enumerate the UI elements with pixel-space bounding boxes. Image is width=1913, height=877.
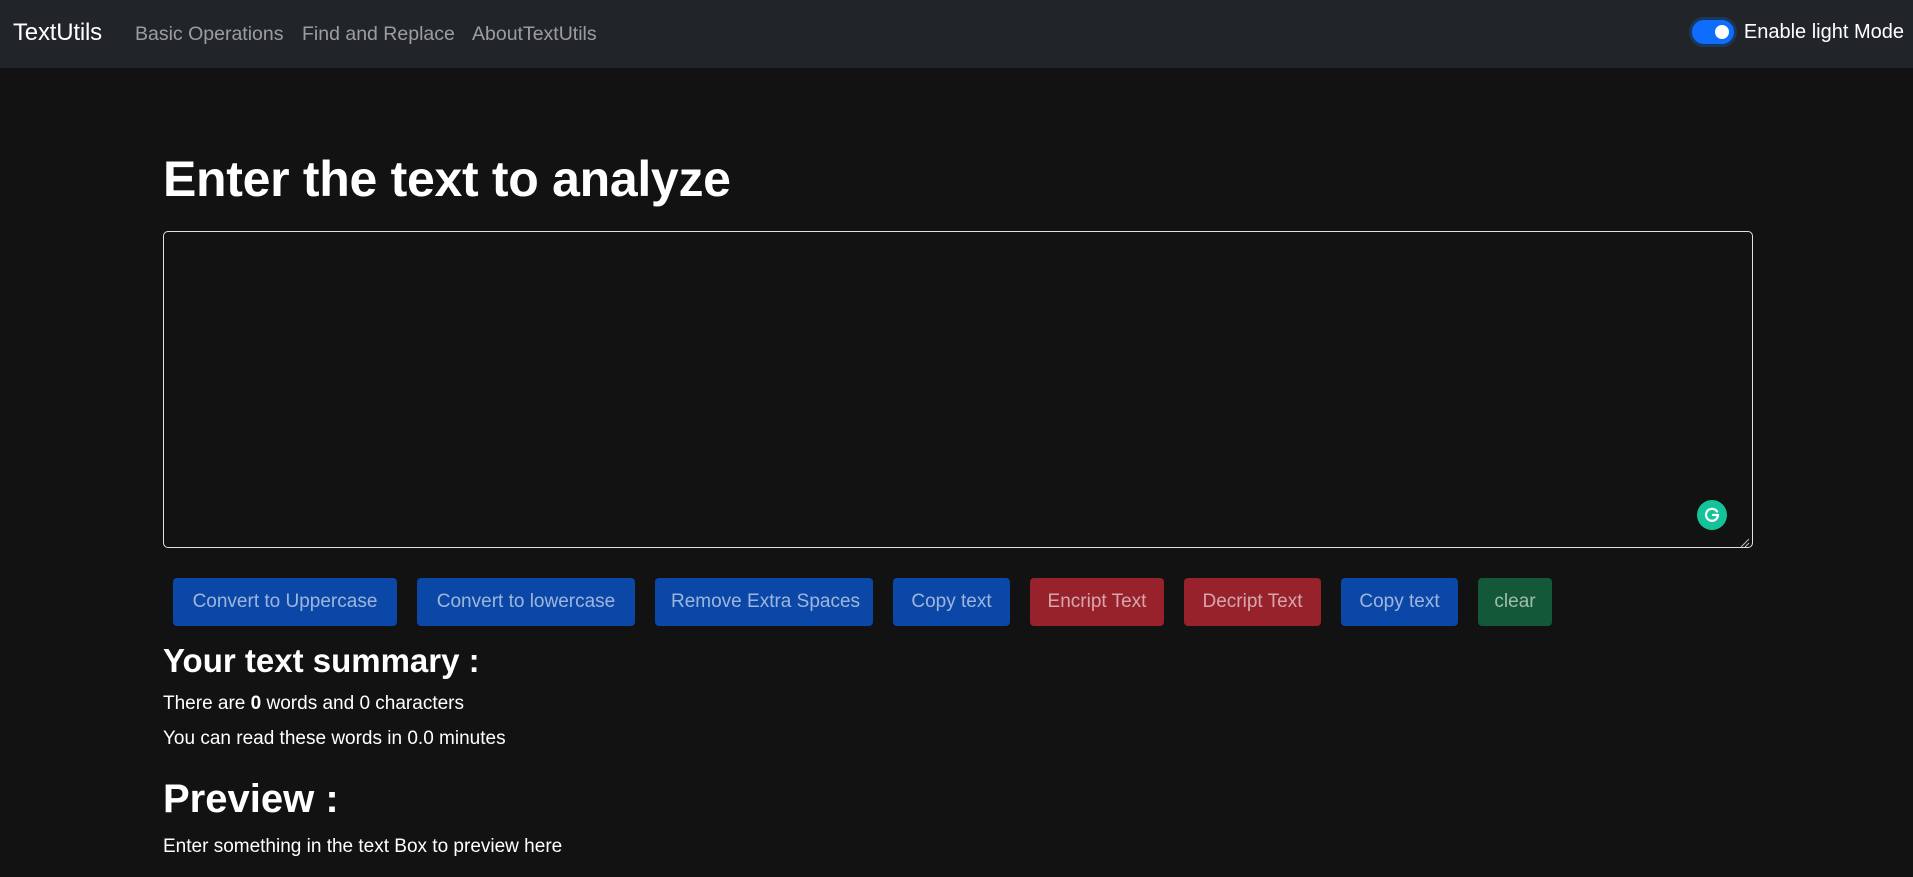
- word-count-text: There are 0 words and 0 characters: [163, 693, 464, 715]
- nav-link-about[interactable]: AboutTextUtils: [472, 23, 597, 46]
- summary-heading: Your text summary :: [163, 642, 480, 679]
- clear-button[interactable]: clear: [1478, 578, 1552, 626]
- copy-text-button[interactable]: Copy text: [893, 578, 1010, 626]
- encrypt-text-button[interactable]: Encript Text: [1030, 578, 1164, 626]
- preview-text: Enter something in the text Box to previ…: [163, 836, 563, 857]
- nav-link-find-and-replace[interactable]: Find and Replace: [302, 23, 455, 46]
- navbar: TextUtils Basic Operations Find and Repl…: [0, 0, 1913, 68]
- brand-logo-text[interactable]: TextUtils: [13, 19, 102, 47]
- convert-lowercase-button[interactable]: Convert to lowercase: [417, 578, 635, 626]
- preview-heading: Preview :: [163, 777, 339, 821]
- remove-extra-spaces-button[interactable]: Remove Extra Spaces: [655, 578, 873, 626]
- decrypt-text-button[interactable]: Decript Text: [1184, 578, 1321, 626]
- nav-link-basic-operations[interactable]: Basic Operations: [135, 23, 284, 46]
- page-title: Enter the text to analyze: [163, 151, 731, 207]
- convert-uppercase-button[interactable]: Convert to Uppercase: [173, 578, 397, 626]
- word-count-value: 0: [250, 693, 262, 714]
- switch-knob: [1714, 25, 1729, 39]
- word-count-prefix: There are: [163, 693, 251, 714]
- text-input-area[interactable]: [163, 231, 1753, 548]
- copy-text-button-2[interactable]: Copy text: [1341, 578, 1458, 626]
- resize-grip-icon[interactable]: [1740, 535, 1750, 548]
- grammarly-g-icon[interactable]: [1697, 500, 1727, 530]
- word-count-suffix: words and 0 characters: [261, 693, 465, 714]
- read-time-text: You can read these words in 0.0 minutes: [163, 728, 506, 749]
- light-mode-toggle-group: Enable light Mode: [1691, 20, 1904, 44]
- light-mode-switch[interactable]: [1691, 20, 1734, 44]
- light-mode-label[interactable]: Enable light Mode: [1744, 21, 1904, 44]
